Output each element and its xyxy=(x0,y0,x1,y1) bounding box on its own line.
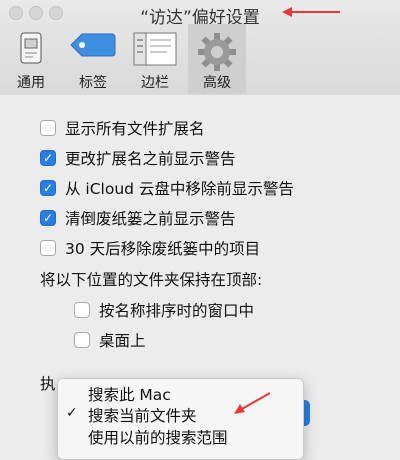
option-folders-top-sorted-windows[interactable]: 按名称排序时的窗口中 xyxy=(74,299,254,321)
tag-icon xyxy=(70,32,116,62)
gear-icon xyxy=(197,32,237,76)
sidebar-icon xyxy=(133,32,177,70)
option-label: 按名称排序时的窗口中 xyxy=(99,302,255,320)
menu-item-search-current-folder[interactable]: 搜索当前文件夹 xyxy=(88,404,197,426)
tab-advanced-label: 高级 xyxy=(203,75,231,91)
tab-general[interactable]: 通用 xyxy=(2,24,60,94)
option-folders-top-desktop[interactable]: 桌面上 xyxy=(74,329,146,351)
title-bar: “访达”偏好设置 通用 标签 边栏 高级 xyxy=(0,0,400,96)
tab-tags[interactable]: 标签 xyxy=(64,24,122,94)
checkbox[interactable] xyxy=(40,240,56,256)
folders-on-top-heading: 将以下位置的文件夹保持在顶部: xyxy=(40,271,263,289)
checkbox-checked[interactable]: ✓ xyxy=(40,210,56,226)
checkbox[interactable] xyxy=(74,302,90,318)
option-remove-trash-30-days[interactable]: 30 天后移除废纸篓中的项目 xyxy=(40,237,260,259)
menu-item-use-previous-scope[interactable]: 使用以前的搜索范围 xyxy=(88,426,228,448)
option-label: 清倒废纸篓之前显示警告 xyxy=(65,210,236,228)
checkmark-icon: ✓ xyxy=(42,151,54,165)
option-label: 从 iCloud 云盘中移除前显示警告 xyxy=(65,180,294,198)
tab-advanced[interactable]: 高级 xyxy=(188,24,246,94)
checkbox-checked[interactable]: ✓ xyxy=(40,150,56,166)
search-scope-label: 执 xyxy=(40,375,56,393)
annotation-arrow xyxy=(234,392,271,414)
checkmark-icon: ✓ xyxy=(42,181,54,195)
checkmark-icon: ✓ xyxy=(42,211,54,225)
option-label: 桌面上 xyxy=(99,332,146,350)
checkbox[interactable] xyxy=(74,332,90,348)
annotation-arrow xyxy=(282,7,340,17)
option-label: 更改扩展名之前显示警告 xyxy=(65,150,236,168)
menu-item-search-this-mac[interactable]: 搜索此 Mac xyxy=(88,383,171,405)
option-show-all-extensions[interactable]: 显示所有文件扩展名 xyxy=(40,117,205,139)
option-warn-change-extension[interactable]: ✓ 更改扩展名之前显示警告 xyxy=(40,147,236,169)
general-icon xyxy=(19,32,43,68)
tab-sidebar-label: 边栏 xyxy=(141,75,169,91)
option-warn-empty-trash[interactable]: ✓ 清倒废纸篓之前显示警告 xyxy=(40,207,236,229)
checkbox[interactable] xyxy=(40,120,56,136)
checkbox-checked[interactable]: ✓ xyxy=(40,180,56,196)
option-warn-icloud-remove[interactable]: ✓ 从 iCloud 云盘中移除前显示警告 xyxy=(40,177,294,199)
tab-sidebar[interactable]: 边栏 xyxy=(126,24,184,94)
option-label: 30 天后移除废纸篓中的项目 xyxy=(65,240,261,258)
checkmark-icon: ✓ xyxy=(66,405,78,421)
tab-general-label: 通用 xyxy=(17,75,45,91)
tab-tags-label: 标签 xyxy=(79,75,107,91)
option-label: 显示所有文件扩展名 xyxy=(65,120,205,138)
